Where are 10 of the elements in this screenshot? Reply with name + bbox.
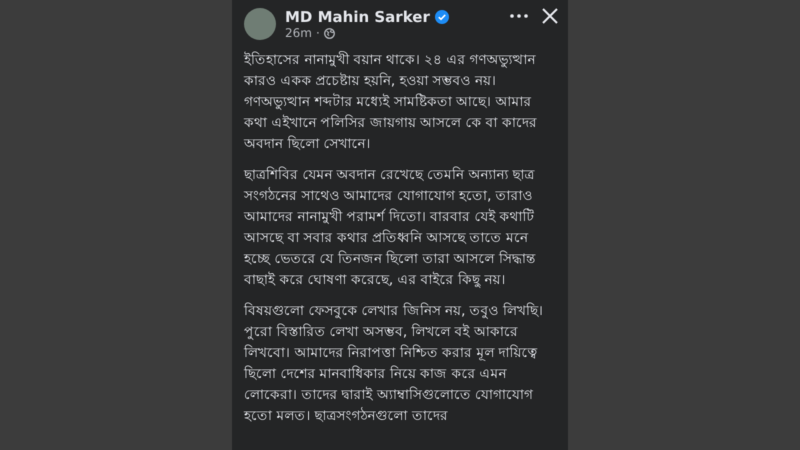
separator-dot: · [316, 26, 320, 40]
author-name[interactable]: MD Mahin Sarker [285, 8, 430, 26]
close-icon[interactable] [542, 8, 558, 24]
more-options-icon[interactable] [510, 14, 528, 18]
avatar[interactable] [244, 8, 276, 40]
post-paragraph: বিষয়গুলো ফেসবুকে লেখার জিনিস নয়, তবুও লিখছি। পুরো বিস্তারিত লেখা অসম্ভব, লিখলে বই আকারে লিখবো। আমাদের নিরাপত্তা নিশ্চিত করার মূল দায়িত্বে ছিলো দেশের মানবাধিকার নিয়ে কাজ করে এমন লোকেরা। তাদের দ্বারাই অ্যাম্বাসিগুলোতে যোগাযোগ হতো মলত। ছাত্রসংগঠনগুলো তাদের [244, 302, 544, 426]
globe-icon [324, 28, 335, 38]
post-paragraph: ইতিহাসের নানামুখী বয়ান থাকে। ২৪ এর গণঅভ্যুত্থান কারও একক প্রচেষ্টায় হয়নি, হওয়া সম্ভবও নয়। গণঅভ্যুত্থান শব্দটার মধ্যেই সামষ্টিকতা আছে। আমার কথা এইখানে পলিসির জায়গায় আসলে কে বা কাদের অবদান ছিলো সেখানে। [244, 50, 538, 154]
post-time[interactable]: 26m [285, 26, 312, 40]
post-paragraph: ছাত্রশিবির যেমন অবদান রেখেছে তেমনি অন্যান্য ছাত্র সংগঠনের সাথেও আমাদের যোগাযোগ হতো, তারাও আমাদের নানামুখী পরামর্শ দিতো। বারবার যেই কথাটি আসছে বা সবার কথার প্রতিধ্বনি আসছে তাতে মনে হচ্ছে ভেতরে যে তিনজন ছিলো তারা আসলে সিদ্ধান্ত বাছাই করে ঘোষণা করেছে, এর বাইরে কিছু নয়। [244, 166, 538, 290]
